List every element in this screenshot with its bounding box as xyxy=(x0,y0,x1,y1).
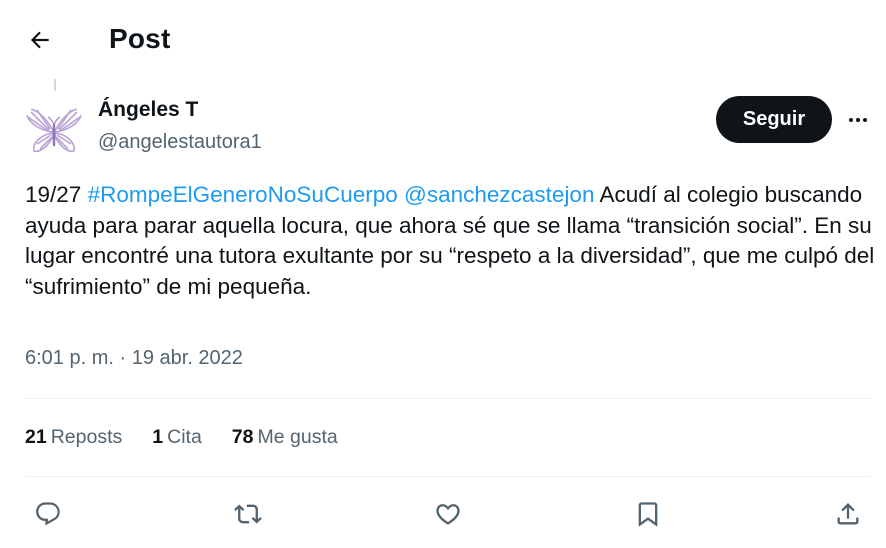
bookmark-icon xyxy=(638,502,658,527)
page-title: Post xyxy=(109,23,171,54)
more-options-button[interactable] xyxy=(842,104,874,136)
hashtag-link[interactable]: #RompeElGeneroNoSuCuerpo xyxy=(88,182,398,207)
arrow-left-icon xyxy=(30,31,49,49)
more-icon xyxy=(849,118,867,122)
timestamp[interactable]: 6:01 p. m. · 19 abr. 2022 xyxy=(25,347,243,370)
likes-label: Me gusta xyxy=(257,426,338,448)
like-button[interactable] xyxy=(430,496,466,532)
repost-icon xyxy=(234,504,262,524)
follow-button[interactable]: Seguir xyxy=(716,96,832,143)
quotes-stat[interactable]: 1 Cita xyxy=(152,426,202,449)
quotes-label: Cita xyxy=(167,426,202,448)
reposts-count: 21 xyxy=(25,426,47,448)
divider xyxy=(25,398,871,399)
likes-stat[interactable]: 78 Me gusta xyxy=(232,426,338,449)
back-button[interactable] xyxy=(22,22,58,58)
reply-icon xyxy=(36,502,60,526)
likes-count: 78 xyxy=(231,426,254,448)
share-icon xyxy=(837,503,859,525)
reposts-stat[interactable]: 21 Reposts xyxy=(25,426,122,449)
bookmark-button[interactable] xyxy=(630,496,666,532)
author-name[interactable]: Ángeles T xyxy=(98,98,198,122)
reply-button[interactable] xyxy=(30,496,66,532)
header: Post xyxy=(0,0,886,78)
mention-link[interactable]: @sanchezcastejon xyxy=(404,182,594,207)
tweet-text: 19/27 #RompeElGeneroNoSuCuerpo @sanchezc… xyxy=(25,180,875,302)
quotes-count: 1 xyxy=(152,426,164,448)
repost-button[interactable] xyxy=(230,496,266,532)
share-button[interactable] xyxy=(830,496,866,532)
stats-bar: 21 Reposts 1 Cita 78 Me gusta xyxy=(25,426,368,449)
thread-connector xyxy=(54,79,56,91)
reposts-label: Reposts xyxy=(50,426,123,448)
divider xyxy=(25,476,871,477)
avatar[interactable] xyxy=(23,99,85,161)
author-handle[interactable]: @angelestautora1 xyxy=(98,131,262,154)
like-icon xyxy=(436,504,460,525)
tweet-prefix: 19/27 xyxy=(25,182,88,207)
butterfly-icon xyxy=(25,107,83,153)
